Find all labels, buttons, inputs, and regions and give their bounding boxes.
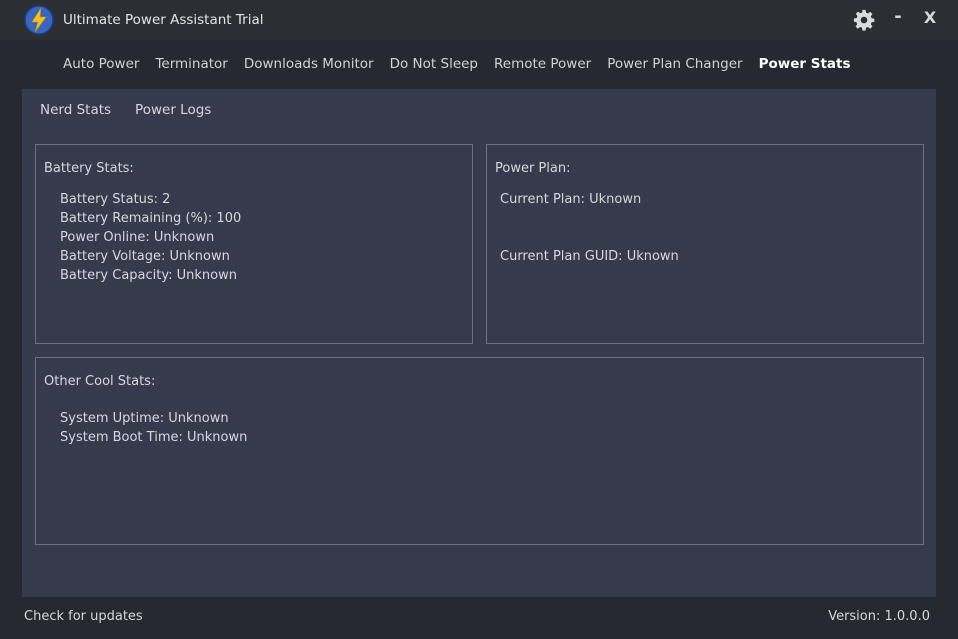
tab-remote-power[interactable]: Remote Power (494, 56, 591, 76)
tab-do-not-sleep[interactable]: Do Not Sleep (390, 56, 478, 76)
tab-downloads-monitor[interactable]: Downloads Monitor (244, 56, 374, 76)
tab-power-plan-changer[interactable]: Power Plan Changer (607, 56, 742, 76)
other-stats-box: Other Cool Stats: System Uptime: Unknown… (35, 357, 924, 545)
power-plan-box: Power Plan: Current Plan: Uknown Current… (486, 144, 924, 344)
power-stats-panel: Nerd Stats Power Logs Battery Stats: Bat… (22, 89, 936, 597)
other-stats-title: Other Cool Stats: (44, 374, 156, 389)
subtab-power-logs[interactable]: Power Logs (135, 102, 211, 118)
version-label: Version: 1.0.0.0 (828, 609, 930, 624)
main-nav: Auto Power Terminator Downloads Monitor … (63, 56, 851, 76)
current-plan: Current Plan: Uknown (500, 192, 642, 207)
app-title: Ultimate Power Assistant Trial (63, 12, 264, 28)
power-online: Power Online: Unknown (60, 230, 215, 245)
check-for-updates-link[interactable]: Check for updates (24, 609, 143, 624)
close-button[interactable]: X (920, 8, 940, 32)
current-plan-guid: Current Plan GUID: Uknown (500, 249, 679, 264)
battery-voltage: Battery Voltage: Unknown (60, 249, 230, 264)
subtab-nerd-stats[interactable]: Nerd Stats (40, 102, 111, 118)
lightning-bolt-icon (24, 5, 54, 35)
gear-icon[interactable] (853, 9, 875, 31)
tab-terminator[interactable]: Terminator (155, 56, 227, 76)
battery-stats-title: Battery Stats: (44, 161, 134, 176)
title-bar: Ultimate Power Assistant Trial - X (0, 0, 958, 40)
system-uptime: System Uptime: Unknown (60, 411, 229, 426)
system-boot-time: System Boot Time: Unknown (60, 430, 248, 445)
battery-capacity: Battery Capacity: Unknown (60, 268, 237, 283)
tab-power-stats[interactable]: Power Stats (759, 56, 851, 76)
sub-nav: Nerd Stats Power Logs (40, 102, 211, 118)
battery-remaining: Battery Remaining (%): 100 (60, 211, 242, 226)
battery-stats-box: Battery Stats: Battery Status: 2 Battery… (35, 144, 473, 344)
battery-status: Battery Status: 2 (60, 192, 171, 207)
minimize-button[interactable]: - (890, 6, 906, 32)
power-plan-title: Power Plan: (495, 161, 571, 176)
tab-auto-power[interactable]: Auto Power (63, 56, 139, 76)
